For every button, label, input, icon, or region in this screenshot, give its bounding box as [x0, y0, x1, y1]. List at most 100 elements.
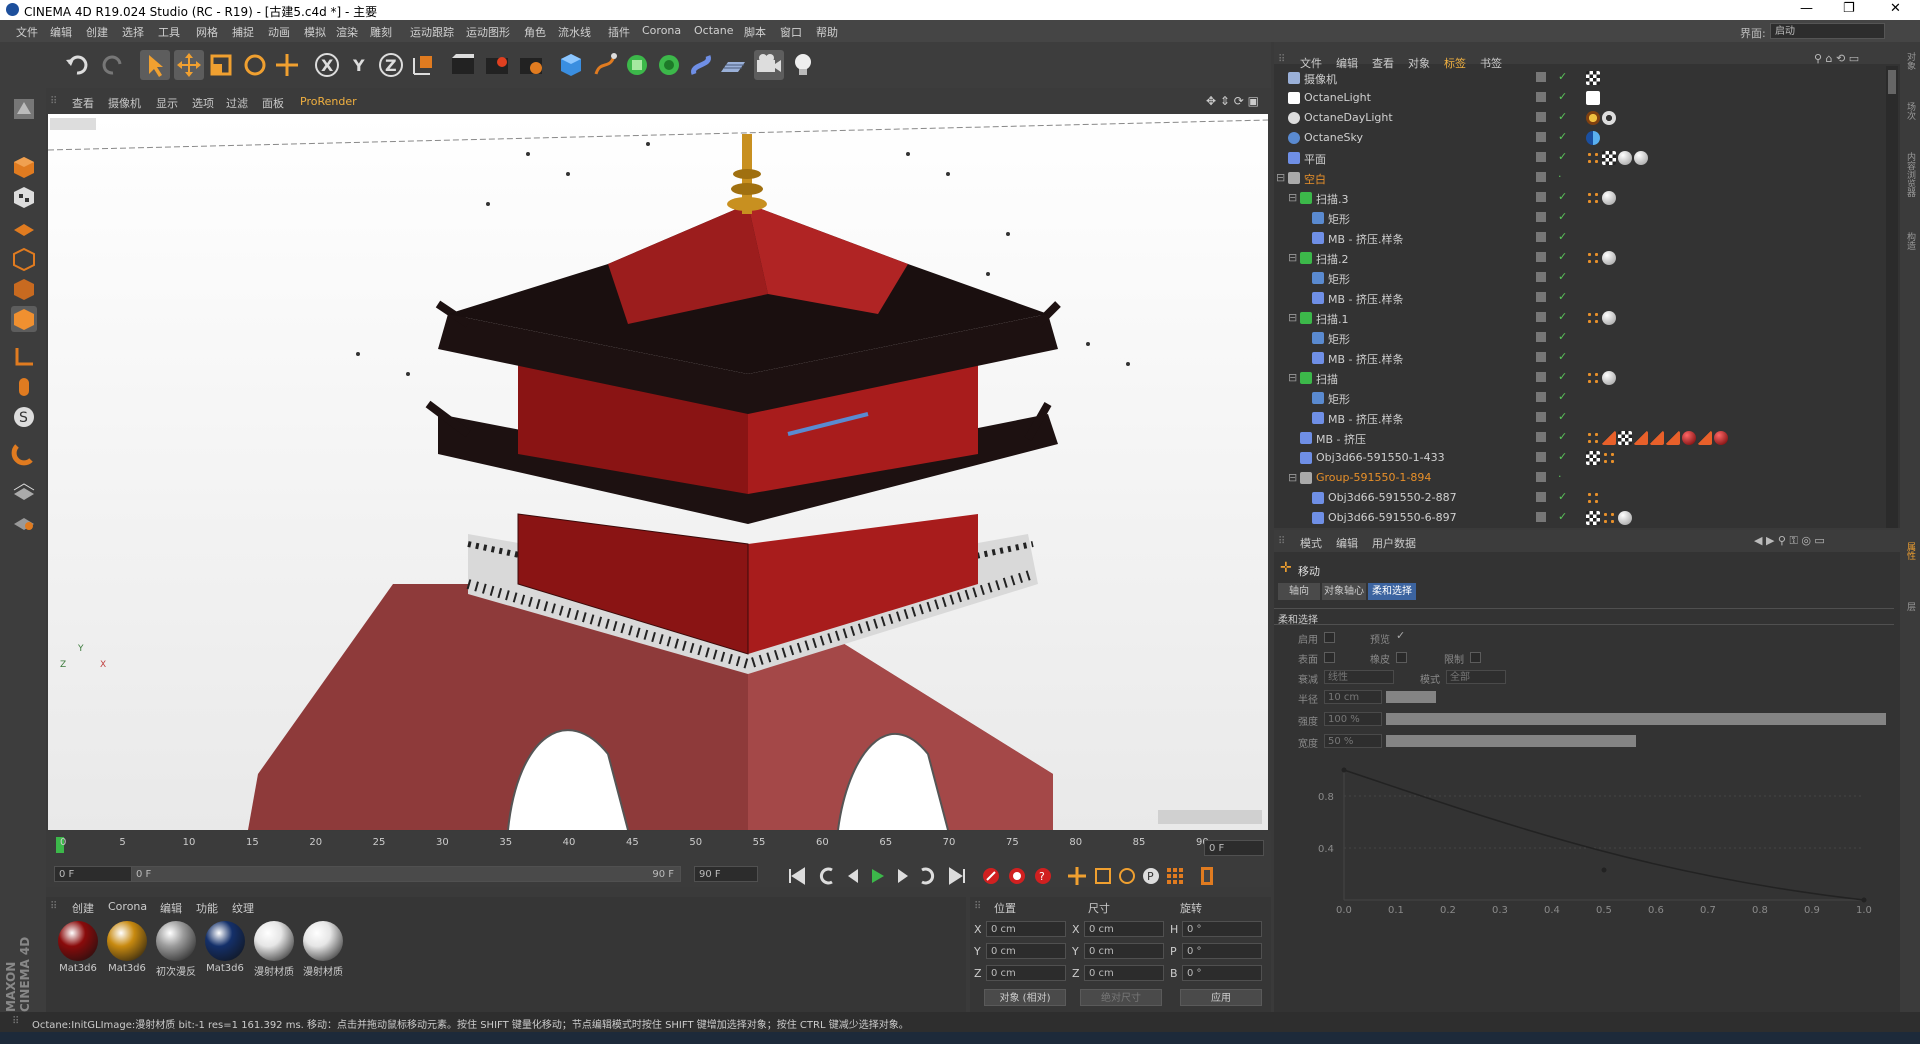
rotation-key-icon[interactable] [1116, 865, 1138, 887]
render-settings-icon[interactable] [516, 50, 546, 80]
attr-menu-userdata[interactable]: 用户数据 [1372, 535, 1416, 551]
light-bulb-icon[interactable] [788, 50, 818, 80]
point-level-key-icon[interactable] [1164, 865, 1186, 887]
coordinate-mode-select[interactable]: 对象 (相对) [984, 989, 1066, 1006]
enable-check-icon[interactable]: ✓ [1558, 150, 1567, 163]
object-row[interactable]: Obj3d66-591550-1-433 ✓ [1274, 448, 1884, 468]
go-to-end-icon[interactable] [946, 865, 968, 887]
workplane-icon[interactable] [11, 214, 37, 240]
attr-menu-edit[interactable]: 编辑 [1336, 535, 1358, 551]
enable-check-icon[interactable]: ✓ [1558, 350, 1567, 363]
object-name[interactable]: OctaneLight [1304, 91, 1371, 104]
visibility-toggle-icon[interactable] [1536, 272, 1546, 282]
expand-toggle-icon[interactable]: ⊟ [1288, 311, 1297, 324]
texture-mode-icon[interactable] [11, 184, 37, 210]
object-row[interactable]: ⊟ 扫描.2 ✓ [1274, 248, 1884, 268]
close-button[interactable]: ✕ [1890, 1, 1901, 16]
object-row[interactable]: 矩形 ✓ [1274, 208, 1884, 228]
object-row[interactable]: 平面 ✓ [1274, 148, 1884, 168]
width-field[interactable]: 50 % [1324, 734, 1382, 748]
object-row[interactable]: ⊟ 空白 · [1274, 168, 1884, 188]
radius-field[interactable]: 10 cm [1324, 690, 1382, 704]
position-key-icon[interactable] [1066, 865, 1088, 887]
scale-tool-icon[interactable] [206, 50, 236, 80]
object-name[interactable]: Obj3d66-591550-6-897 [1328, 511, 1457, 524]
menu-item-8[interactable]: 模拟 [304, 24, 326, 40]
y-axis-lock-icon[interactable]: Y [344, 50, 374, 80]
visibility-toggle-icon[interactable] [1536, 72, 1546, 82]
current-frame-field[interactable]: 0 F [1204, 840, 1264, 856]
tab-soft-selection[interactable]: 柔和选择 [1368, 583, 1416, 600]
rotate-tool-icon[interactable] [240, 50, 270, 80]
menu-item-6[interactable]: 捕捉 [232, 24, 254, 40]
end-frame-field[interactable]: 90 F [694, 866, 758, 882]
radius-slider[interactable] [1386, 691, 1436, 703]
object-row[interactable]: MB - 挤压.样条 ✓ [1274, 288, 1884, 308]
viewport-nav-icons[interactable]: ✥ ⇕ ⟳ ▣ [1206, 94, 1259, 108]
tri-tag-icon[interactable] [1650, 431, 1664, 445]
object-name[interactable]: Obj3d66-591550-1-433 [1316, 451, 1445, 464]
dots-tag-icon[interactable] [1586, 311, 1600, 325]
visibility-toggle-icon[interactable] [1536, 432, 1546, 442]
side-tab-layers[interactable]: 层 [1903, 602, 1917, 611]
viewport-3d[interactable]: Z Y X [48, 114, 1268, 830]
visibility-toggle-icon[interactable] [1536, 312, 1546, 322]
visibility-toggle-icon[interactable] [1536, 232, 1546, 242]
material-menu-function[interactable]: 功能 [196, 900, 218, 916]
ball-tag-icon[interactable] [1618, 151, 1632, 165]
enable-check-icon[interactable]: ✓ [1558, 230, 1567, 243]
nurbs-icon[interactable] [622, 50, 652, 80]
rotation-field[interactable]: 0 ° [1182, 921, 1262, 937]
side-tab-attributes[interactable]: 属性 [1903, 542, 1917, 560]
falloff-curve-graph[interactable] [1314, 760, 1874, 920]
object-row[interactable]: ⊟ 扫描.3 ✓ [1274, 188, 1884, 208]
menu-item-2[interactable]: 创建 [86, 24, 108, 40]
object-name[interactable]: Group-591550-1-894 [1316, 471, 1431, 484]
ball-tag-icon[interactable] [1634, 151, 1648, 165]
object-name[interactable]: MB - 挤压.样条 [1328, 231, 1404, 247]
visibility-toggle-icon[interactable] [1536, 252, 1546, 262]
menu-item-9[interactable]: 渲染 [336, 24, 358, 40]
octane-light-tag-tag-icon[interactable] [1586, 91, 1600, 105]
layout-select[interactable]: 启动 [1770, 23, 1885, 39]
object-row[interactable]: ⊟ 扫描 ✓ [1274, 368, 1884, 388]
object-name[interactable]: 摄像机 [1304, 71, 1337, 87]
object-row[interactable]: Obj3d66-591550-2-887 ✓ [1274, 488, 1884, 508]
dots-tag-icon[interactable] [1602, 511, 1616, 525]
select-tool-icon[interactable] [140, 50, 170, 80]
visibility-toggle-icon[interactable] [1536, 352, 1546, 362]
object-name[interactable]: MB - 挤压.样条 [1328, 411, 1404, 427]
checker-tag-icon[interactable] [1586, 511, 1600, 525]
visibility-toggle-icon[interactable] [1536, 152, 1546, 162]
object-name[interactable]: 扫描.2 [1316, 251, 1349, 267]
play-icon[interactable] [866, 865, 888, 887]
restrict-checkbox[interactable] [1470, 652, 1481, 663]
redball-tag-icon[interactable] [1714, 431, 1728, 445]
position-field[interactable]: 0 cm [986, 943, 1066, 959]
visibility-toggle-icon[interactable] [1536, 132, 1546, 142]
keyframe-selection-icon[interactable]: ? [1032, 865, 1054, 887]
object-row[interactable]: OctaneLight ✓ [1274, 88, 1884, 108]
visibility-toggle-icon[interactable] [1536, 512, 1546, 522]
prev-frame-icon[interactable] [842, 865, 864, 887]
enable-check-icon[interactable]: ✓ [1558, 190, 1567, 203]
apply-button[interactable]: 应用 [1180, 989, 1262, 1006]
menu-item-12[interactable]: 运动图形 [466, 24, 510, 40]
pen-spline-icon[interactable] [590, 50, 620, 80]
object-name[interactable]: 矩形 [1328, 271, 1350, 287]
surface-checkbox[interactable] [1324, 652, 1335, 663]
object-row[interactable]: 矩形 ✓ [1274, 388, 1884, 408]
side-tab-objects[interactable]: 对象 [1903, 52, 1917, 70]
record-keys-icon[interactable] [980, 865, 1002, 887]
object-name[interactable]: 空白 [1304, 171, 1326, 187]
material-swatch[interactable]: Mat3d6 [56, 919, 100, 979]
enable-check-icon[interactable]: ✓ [1558, 310, 1567, 323]
size-field[interactable]: 0 cm [1084, 943, 1164, 959]
ball-tag-icon[interactable] [1602, 371, 1616, 385]
scale-key-icon[interactable] [1092, 865, 1114, 887]
size-mode-select[interactable]: 绝对尺寸 [1080, 989, 1162, 1006]
visibility-toggle-icon[interactable] [1536, 292, 1546, 302]
go-to-start-icon[interactable] [786, 865, 808, 887]
visibility-toggle-icon[interactable] [1536, 332, 1546, 342]
autokey-icon[interactable] [1006, 865, 1028, 887]
